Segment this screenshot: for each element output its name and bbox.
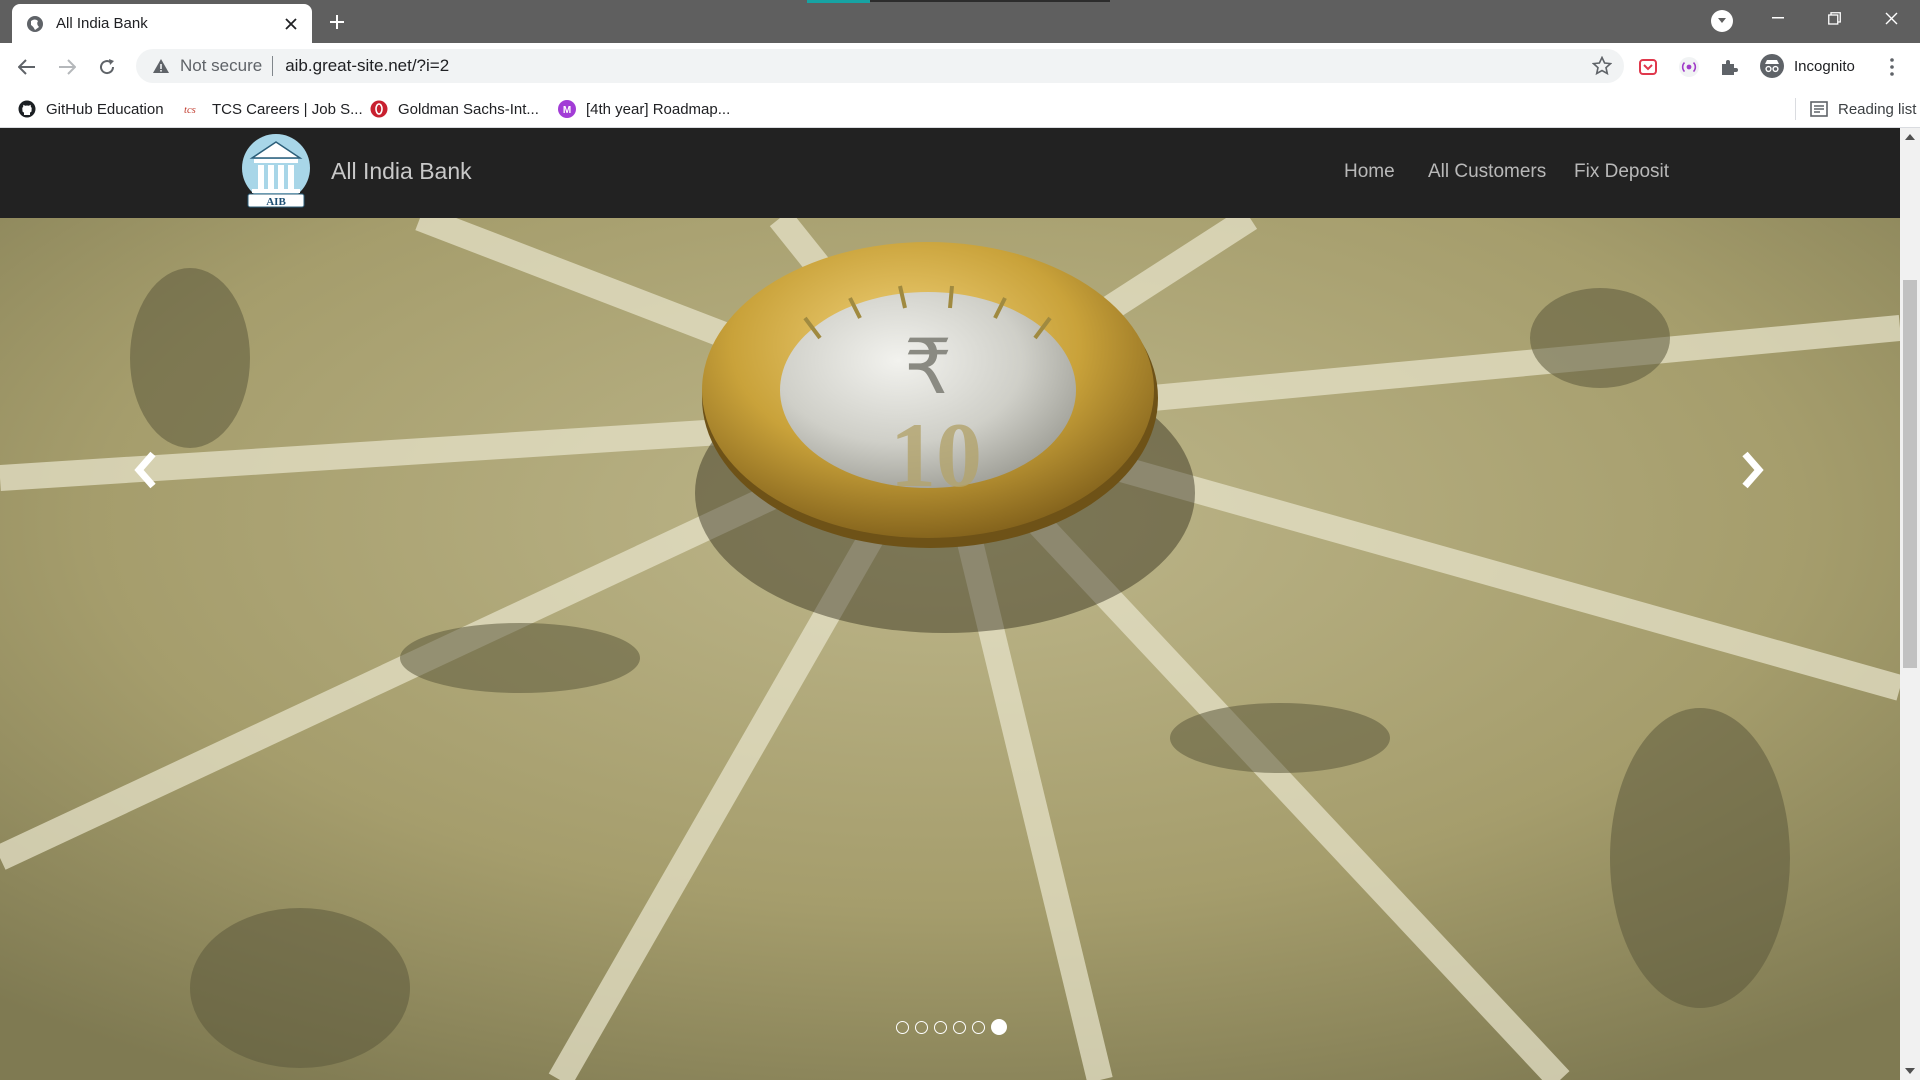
scroll-up-arrow-icon[interactable] [1905, 134, 1915, 140]
close-tab-icon[interactable] [280, 13, 302, 35]
tab-loading-track [870, 0, 1110, 2]
reading-list-divider [1795, 98, 1796, 120]
svg-text:10: 10 [890, 404, 982, 506]
nav-link-all-customers[interactable]: All Customers [1428, 161, 1546, 183]
reload-icon[interactable] [92, 52, 122, 82]
security-status-text[interactable]: Not secure [180, 56, 262, 76]
carousel-indicators [893, 1018, 1010, 1036]
bookmark-tcs-careers[interactable]: tcs TCS Careers | Job S... [184, 97, 363, 121]
pocket-extension-icon[interactable] [1637, 56, 1659, 78]
omnibox-divider [272, 56, 274, 76]
brand-name[interactable]: All India Bank [331, 158, 472, 185]
carousel-indicator-dot-active[interactable] [991, 1019, 1007, 1035]
extensions-puzzle-icon[interactable] [1718, 56, 1740, 78]
broadcast-extension-icon[interactable] [1678, 56, 1700, 78]
carousel-indicator-dot[interactable] [934, 1020, 947, 1034]
m-avatar-icon: M [558, 100, 576, 118]
bookmark-github-education[interactable]: GitHub Education [18, 97, 164, 121]
svg-text:M: M [563, 105, 571, 116]
carousel-indicator-dot[interactable] [896, 1020, 909, 1034]
bookmark-label: TCS Careers | Job S... [212, 100, 363, 118]
nav-link-home[interactable]: Home [1344, 161, 1395, 183]
page-scrollbar[interactable] [1900, 128, 1920, 1080]
carousel-indicator-dot[interactable] [972, 1020, 985, 1034]
bookmark-roadmap[interactable]: M [4th year] Roadmap... [558, 97, 730, 121]
scroll-down-arrow-icon[interactable] [1905, 1068, 1915, 1074]
page-viewport: AIB All India Bank Home All Customers Fi… [0, 128, 1900, 1080]
forward-arrow-icon[interactable] [52, 52, 82, 82]
carousel-indicator-dot[interactable] [953, 1020, 966, 1034]
carousel-indicator-dot[interactable] [915, 1020, 928, 1034]
incognito-profile-button[interactable]: Incognito [1756, 51, 1871, 81]
close-window-icon[interactable] [1863, 0, 1920, 36]
bookmark-label: GitHub Education [46, 100, 164, 118]
new-tab-plus-icon[interactable] [324, 9, 350, 35]
browser-tabstrip: All India Bank [0, 0, 1920, 43]
carousel-next-chevron-icon[interactable] [1722, 430, 1782, 510]
hero-carousel: ₹ 10 [0, 218, 1900, 1080]
globe-icon [27, 15, 43, 32]
bookmarks-bar: GitHub Education tcs TCS Careers | Job S… [0, 89, 1920, 128]
back-arrow-icon[interactable] [12, 52, 42, 82]
tab-loading-bar [807, 0, 870, 3]
address-bar[interactable]: Not secure aib.great-site.net/?i=2 [136, 49, 1624, 83]
carousel-prev-chevron-icon[interactable] [116, 430, 176, 510]
bookmark-goldman-sachs[interactable]: Goldman Sachs-Int... [370, 97, 539, 121]
bank-logo-icon[interactable]: AIB [240, 132, 312, 208]
tab-search-chevron-icon[interactable] [1711, 10, 1733, 32]
github-icon [18, 100, 36, 118]
scrollbar-thumb[interactable] [1903, 280, 1917, 668]
bookmark-label: Goldman Sachs-Int... [398, 100, 539, 118]
nav-link-fix-deposit[interactable]: Fix Deposit [1574, 161, 1669, 183]
restore-window-icon[interactable] [1806, 0, 1863, 36]
svg-text:tcs: tcs [184, 105, 196, 116]
bookmark-label: [4th year] Roadmap... [586, 100, 731, 118]
reading-list-icon [1810, 101, 1828, 117]
site-navbar: AIB All India Bank Home All Customers Fi… [0, 128, 1900, 218]
browser-menu-kebab-icon[interactable] [1882, 56, 1902, 78]
minimize-window-icon[interactable] [1749, 0, 1806, 36]
browser-toolbar: Not secure aib.great-site.net/?i=2 Incog… [0, 43, 1920, 89]
tcs-icon: tcs [184, 100, 202, 118]
goldman-sachs-icon [370, 100, 388, 118]
bookmark-star-icon[interactable] [1592, 56, 1612, 76]
browser-tab[interactable]: All India Bank [12, 4, 312, 43]
reading-list-label: Reading list [1838, 100, 1917, 118]
url-text[interactable]: aib.great-site.net/?i=2 [285, 56, 449, 76]
carousel-slide-image: ₹ 10 [0, 218, 1900, 1080]
svg-text:AIB: AIB [266, 196, 286, 208]
tab-title: All India Bank [56, 15, 148, 32]
incognito-label: Incognito [1794, 57, 1855, 75]
reading-list-button[interactable]: Reading list [1795, 97, 1916, 121]
not-secure-warning-icon [153, 59, 169, 73]
svg-text:₹: ₹ [904, 322, 952, 411]
incognito-icon [1760, 54, 1784, 78]
